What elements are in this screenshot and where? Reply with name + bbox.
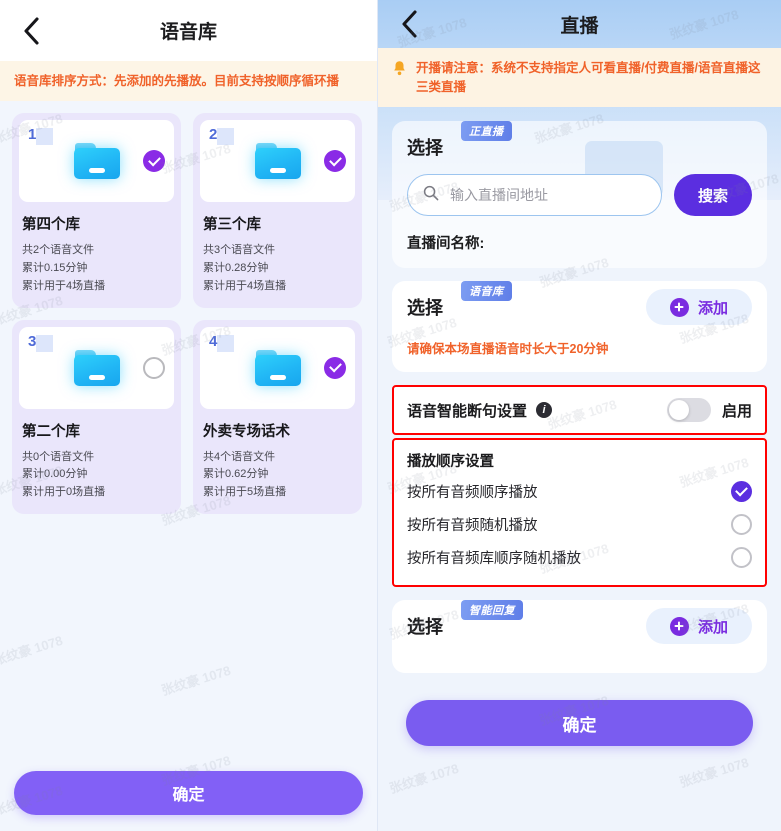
- library-card-index: 4: [209, 332, 236, 352]
- live-room-section: 选择 正直播 搜索 直播间名称:: [392, 121, 767, 268]
- settings-body: 选择 正直播 搜索 直播间名称: 选择: [378, 107, 781, 831]
- library-card[interactable]: 2 第三个库 共3个语音文件 累计0.28分钟 累计用于4场直播: [193, 113, 362, 308]
- chevron-left-icon: [401, 10, 418, 38]
- library-card-index: 2: [209, 126, 236, 146]
- smart-break-label: 语音智能断句设置: [407, 402, 528, 420]
- plus-icon: [669, 297, 689, 317]
- library-card-name: 第三个库: [203, 217, 261, 234]
- voice-library-screen: 张纹豪 1078 张纹豪 1078 张纹豪 1078 张纹豪 1078 张纹豪 …: [0, 0, 378, 831]
- play-order-radio[interactable]: [731, 514, 752, 535]
- right-header: 直播: [378, 0, 781, 48]
- library-card-duration: 累计0.15分钟: [22, 261, 88, 274]
- library-card-index: 1: [28, 126, 55, 146]
- search-icon: [423, 185, 439, 206]
- add-smart-reply-button[interactable]: 添加: [646, 608, 752, 644]
- smart-reply-section: 选择 智能回复 添加: [392, 600, 767, 673]
- live-select-label: 选择: [407, 138, 443, 158]
- library-card-duration: 累计0.62分钟: [203, 468, 269, 481]
- library-card-usage: 累计用于4场直播: [203, 279, 287, 292]
- live-select-row: 选择 正直播: [407, 121, 752, 160]
- live-notice-text: 开播请注意：系统不支持指定人可看直播/付费直播/语音直播这三类直播: [416, 61, 761, 94]
- library-card-header: 4: [200, 326, 355, 409]
- library-card-checkbox[interactable]: [324, 150, 346, 173]
- reply-badge: 智能回复: [461, 600, 523, 620]
- library-card-files: 共3个语音文件: [203, 244, 276, 257]
- library-card-duration: 累计0.00分钟: [22, 468, 88, 481]
- reply-select-row: 选择 智能回复 添加: [407, 600, 752, 644]
- live-room-address-input[interactable]: [450, 187, 646, 203]
- library-card-files: 共0个语音文件: [22, 450, 95, 463]
- play-order-option[interactable]: 按所有音频随机播放: [407, 508, 752, 541]
- play-order-option[interactable]: 按所有音频库顺序随机播放: [407, 541, 752, 574]
- play-order-option-label: 按所有音频顺序播放: [407, 485, 538, 501]
- folder-icon: [73, 349, 120, 386]
- library-card-name: 第二个库: [22, 423, 80, 440]
- chevron-left-icon: [23, 16, 40, 45]
- reply-select-label: 选择: [407, 617, 443, 637]
- library-card-checkbox[interactable]: [143, 150, 165, 173]
- folder-icon: [254, 349, 301, 386]
- library-card-usage: 累计用于4场直播: [22, 279, 106, 292]
- voice-select-row: 选择 语音库 添加: [407, 281, 752, 325]
- folder-icon: [254, 143, 301, 180]
- bell-icon: [392, 60, 407, 76]
- live-settings-screen: 张纹豪 1078 张纹豪 1078 张纹豪 1078 张纹豪 1078 张纹豪 …: [378, 0, 781, 831]
- play-order-title: 播放顺序设置: [407, 454, 494, 470]
- library-card-usage: 累计用于0场直播: [22, 486, 106, 499]
- library-card-grid: 1 第四个库 共2个语音文件 累计0.15分钟 累计用于4场直播 2 第三个库 …: [0, 101, 377, 759]
- confirm-button-left[interactable]: 确定: [14, 771, 363, 815]
- library-card-files: 共2个语音文件: [22, 244, 95, 257]
- confirm-button-right[interactable]: 确定: [406, 700, 753, 746]
- page-title-right: 直播: [560, 15, 599, 37]
- library-card-header: 3: [19, 326, 174, 409]
- left-header: 语音库: [0, 0, 377, 61]
- search-button[interactable]: 搜索: [674, 174, 752, 216]
- add-voice-label: 添加: [697, 299, 728, 317]
- smart-break-toggle[interactable]: [666, 398, 711, 422]
- smart-break-toggle-label: 启用: [721, 402, 752, 420]
- right-footer: 确定: [392, 686, 767, 746]
- dual-screen-container: 张纹豪 1078 张纹豪 1078 张纹豪 1078 张纹豪 1078 张纹豪 …: [0, 0, 781, 831]
- play-order-radio[interactable]: [731, 547, 752, 568]
- add-voice-library-button[interactable]: 添加: [646, 289, 752, 325]
- page-title-left: 语音库: [159, 22, 217, 43]
- voice-badge: 语音库: [461, 281, 512, 301]
- info-icon[interactable]: i: [536, 402, 553, 418]
- library-card[interactable]: 1 第四个库 共2个语音文件 累计0.15分钟 累计用于4场直播: [12, 113, 181, 308]
- add-reply-label: 添加: [697, 618, 728, 636]
- library-card-header: 1: [19, 120, 174, 203]
- play-order-option-label: 按所有音频随机播放: [407, 518, 538, 534]
- back-button-left[interactable]: [8, 8, 54, 54]
- play-order-option[interactable]: 按所有音频顺序播放: [407, 475, 752, 508]
- library-notice-banner: 语音库排序方式：先添加的先播放。目前支持按顺序循环播: [0, 61, 377, 102]
- live-badge: 正直播: [461, 121, 512, 141]
- library-card[interactable]: 3 第二个库 共0个语音文件 累计0.00分钟 累计用于0场直播: [12, 319, 181, 514]
- live-notice-banner: 开播请注意：系统不支持指定人可看直播/付费直播/语音直播这三类直播: [378, 48, 781, 107]
- plus-icon: [669, 616, 689, 636]
- play-order-radio[interactable]: [731, 481, 752, 502]
- library-card-checkbox[interactable]: [143, 356, 165, 379]
- smart-break-row: 语音智能断句设置 i 启用: [392, 385, 767, 435]
- library-card-name: 外卖专场话术: [203, 423, 290, 440]
- live-search-row: 搜索: [407, 174, 752, 216]
- voice-library-section: 选择 语音库 添加 请确保本场直播语音时长大于20分钟: [392, 281, 767, 372]
- live-room-name-label: 直播间名称:: [407, 236, 485, 252]
- left-footer: 确定: [0, 759, 377, 831]
- live-search-box[interactable]: [407, 174, 662, 216]
- folder-icon: [73, 143, 120, 180]
- play-order-section: 播放顺序设置 按所有音频顺序播放 按所有音频随机播放 按所有音频库顺序随机播放: [392, 438, 767, 587]
- library-card-name: 第四个库: [22, 217, 80, 234]
- library-card-index: 3: [28, 332, 55, 352]
- library-card-checkbox[interactable]: [324, 356, 346, 379]
- play-order-option-label: 按所有音频库顺序随机播放: [407, 551, 581, 567]
- library-card[interactable]: 4 外卖专场话术 共4个语音文件 累计0.62分钟 累计用于5场直播: [193, 319, 362, 514]
- library-card-files: 共4个语音文件: [203, 450, 276, 463]
- library-card-duration: 累计0.28分钟: [203, 261, 269, 274]
- back-button-right[interactable]: [386, 1, 432, 47]
- library-card-header: 2: [200, 120, 355, 203]
- voice-duration-warning: 请确保本场直播语音时长大于20分钟: [407, 342, 609, 356]
- library-card-usage: 累计用于5场直播: [203, 486, 287, 499]
- voice-select-label: 选择: [407, 298, 443, 318]
